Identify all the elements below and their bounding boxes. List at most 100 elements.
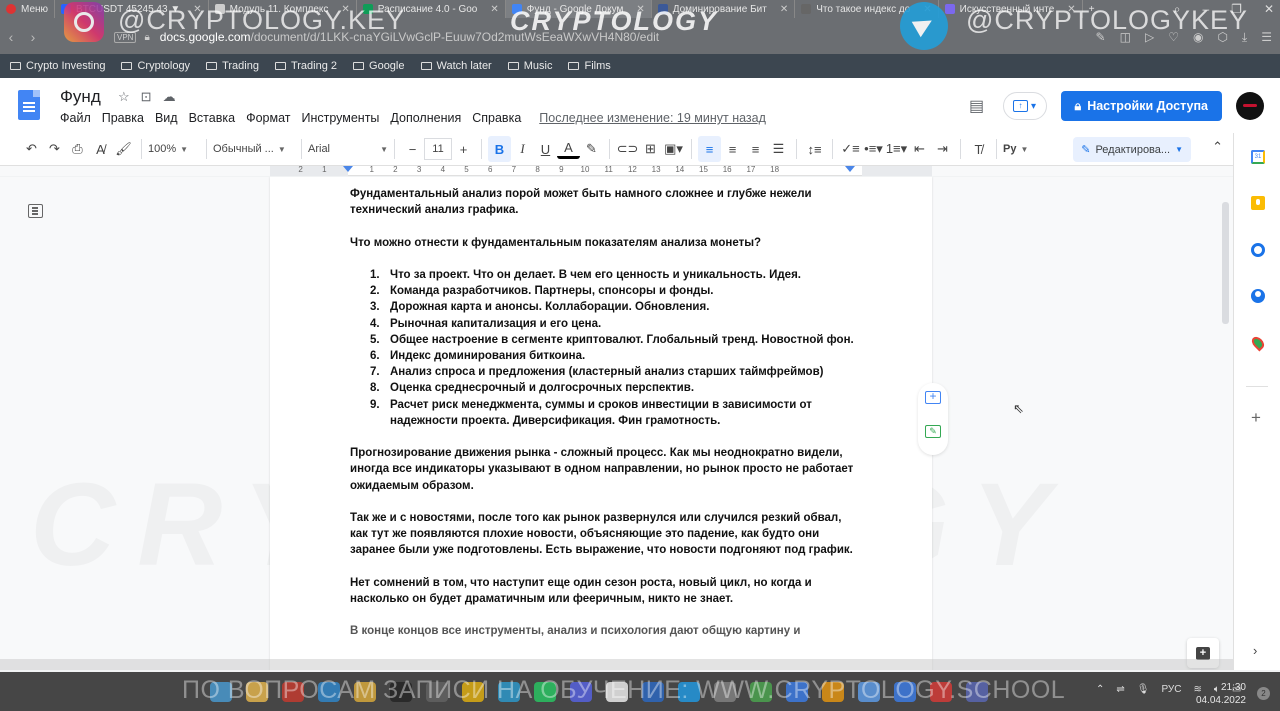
menu-help[interactable]: Справка	[472, 111, 521, 125]
chevron-right-icon[interactable]: ›	[1253, 643, 1257, 658]
taskbar-app-icon[interactable]	[534, 682, 556, 702]
address-bar[interactable]: docs.google.com/document/d/1LKK-cnaYGiLV…	[160, 30, 659, 44]
zoom-select[interactable]: 100% ▼	[148, 143, 200, 155]
taskbar-app-icon[interactable]	[354, 682, 376, 702]
move-folder-icon[interactable]: ⊡	[141, 89, 152, 105]
insert-link-icon[interactable]: ⊂⊃	[616, 136, 639, 162]
increase-indent-icon[interactable]: ⇥	[931, 136, 954, 162]
bookmark-cryptology[interactable]: Cryptology	[121, 60, 190, 72]
tab-module-11[interactable]: Модуль 11. Комплекс ✕	[209, 0, 357, 18]
bulleted-list-icon[interactable]: •≡▾	[862, 136, 885, 162]
menu-format[interactable]: Формат	[246, 111, 290, 125]
back-icon[interactable]: ‹	[0, 29, 22, 45]
align-right-icon[interactable]: ≡	[744, 136, 767, 162]
text-color-button[interactable]: A	[557, 139, 580, 159]
lock-icon[interactable]: 🔒︎	[144, 32, 149, 43]
document-title[interactable]: Фунд	[60, 87, 101, 107]
increase-font-size-button[interactable]: +	[452, 136, 475, 162]
close-tab-icon[interactable]: ✕	[490, 4, 498, 15]
font-select[interactable]: Arial ▼	[308, 143, 388, 155]
taskbar-app-icon[interactable]	[426, 682, 448, 702]
redo-icon[interactable]: ↷	[43, 136, 66, 162]
menu-view[interactable]: Вид	[155, 111, 178, 125]
taskbar-app-icon[interactable]	[714, 682, 736, 702]
checklist-icon[interactable]: ✓≡	[839, 136, 862, 162]
menu-tools[interactable]: Инструменты	[301, 111, 379, 125]
star-icon[interactable]: ☆	[118, 89, 130, 105]
taskbar-app-icon[interactable]	[678, 682, 700, 702]
camera-icon[interactable]: ◫	[1120, 30, 1131, 44]
bookmark-music[interactable]: Music	[507, 60, 552, 72]
vpn-badge[interactable]: VPN	[114, 31, 137, 43]
tab-dominance[interactable]: Доминирование Бит ✕	[652, 0, 796, 18]
close-window-icon[interactable]: ✕	[1264, 2, 1274, 16]
close-tab-icon[interactable]: ✕	[193, 4, 201, 15]
comment-history-icon[interactable]: ▤	[965, 96, 989, 116]
align-center-icon[interactable]: ≡	[721, 136, 744, 162]
tray-chevron-up-icon[interactable]: ⌃	[1096, 684, 1104, 695]
chevron-up-icon[interactable]: ⌃	[1212, 139, 1223, 155]
bookmark-trading[interactable]: Trading	[206, 60, 259, 72]
calendar-icon[interactable]: 31	[1251, 150, 1265, 164]
taskbar-app-icon[interactable]	[894, 682, 916, 702]
clear-formatting-icon[interactable]: T̸	[967, 136, 990, 162]
taskbar-app-icon[interactable]	[570, 682, 592, 702]
taskbar-app-icon[interactable]	[642, 682, 664, 702]
taskbar-app-icon[interactable]	[930, 682, 952, 702]
editing-mode-select[interactable]: ✎ Редактирова... ▼	[1073, 137, 1191, 162]
extension-icon[interactable]: ◉	[1193, 30, 1203, 44]
insert-image-icon[interactable]: ▣▾	[662, 136, 685, 162]
close-tab-icon[interactable]: ✕	[923, 4, 931, 15]
align-left-icon[interactable]: ≡	[698, 136, 721, 162]
close-tab-icon[interactable]: ✕	[636, 4, 644, 15]
vertical-scrollbar[interactable]	[1222, 202, 1229, 324]
ruler[interactable]: 2 1 1 2 3 4 5 6 7 8 9 10 11 12 13 14 15 16 17 18	[270, 165, 932, 176]
input-tools-select[interactable]: Ру ▼	[1003, 143, 1028, 155]
tab-ai[interactable]: Искусственный инте ✕	[939, 0, 1083, 18]
minimize-icon[interactable]: –	[1202, 2, 1209, 16]
taskbar-app-icon[interactable]	[246, 682, 268, 702]
menu-addons[interactable]: Дополнения	[390, 111, 461, 125]
right-indent-marker[interactable]	[845, 166, 855, 172]
tasks-icon[interactable]	[1251, 243, 1265, 257]
style-select[interactable]: Обычный ... ▼	[213, 143, 295, 155]
taskbar-app-icon[interactable]	[858, 682, 880, 702]
close-tab-icon[interactable]: ✕	[780, 4, 788, 15]
menu-file[interactable]: Файл	[60, 111, 91, 125]
highlight-color-icon[interactable]: ✎	[580, 136, 603, 162]
taskbar-app-icon[interactable]	[498, 682, 520, 702]
menu-edit[interactable]: Правка	[102, 111, 144, 125]
tab-index[interactable]: Что такое индекс до ✕	[795, 0, 939, 18]
language-indicator[interactable]: РУС	[1161, 684, 1181, 695]
font-size-input[interactable]: 11	[424, 138, 452, 160]
line-spacing-icon[interactable]: ↕≡	[803, 136, 826, 162]
numbered-list-icon[interactable]: 1≡▾	[885, 136, 908, 162]
tab-fund-doc[interactable]: Фунд - Google Докум ✕	[505, 0, 652, 18]
bookmark-watch-later[interactable]: Watch later	[420, 60, 492, 72]
undo-icon[interactable]: ↶	[20, 136, 43, 162]
bookmark-google[interactable]: Google	[353, 60, 405, 72]
taskbar-app-icon[interactable]	[390, 682, 412, 702]
taskbar-app-icon[interactable]	[318, 682, 340, 702]
taskbar-app-icon[interactable]	[822, 682, 844, 702]
microphone-icon[interactable]: 🎙︎	[1137, 684, 1150, 695]
browser-menu-button[interactable]: Меню	[0, 0, 56, 18]
decrease-indent-icon[interactable]: ⇤	[908, 136, 931, 162]
print-icon[interactable]: ⎙	[66, 136, 89, 162]
restore-icon[interactable]: ❐	[1231, 2, 1242, 16]
taskbar-app-icon[interactable]	[462, 682, 484, 702]
tab-schedule[interactable]: Расписание 4.0 - Goo ✕	[357, 0, 506, 18]
suggest-edit-icon[interactable]: ✎	[925, 425, 941, 438]
bookmark-crypto-investing[interactable]: Crypto Investing	[10, 60, 105, 72]
share-button[interactable]: 🔒︎ Настройки Доступа	[1060, 91, 1222, 121]
maps-icon[interactable]	[1249, 334, 1267, 352]
align-justify-icon[interactable]: ☰	[767, 136, 790, 162]
present-button[interactable]: ↑ ▾	[1002, 92, 1047, 120]
add-comment-toolbar-icon[interactable]: ⊞	[639, 136, 662, 162]
system-clock[interactable]: 21:30 04.04.2022	[1196, 681, 1246, 707]
taskbar-app-icon[interactable]	[786, 682, 808, 702]
spellcheck-icon[interactable]: A̸	[89, 136, 112, 162]
italic-button[interactable]: I	[511, 136, 534, 162]
contacts-icon[interactable]	[1251, 289, 1265, 303]
heart-icon[interactable]: ♡	[1168, 30, 1179, 44]
